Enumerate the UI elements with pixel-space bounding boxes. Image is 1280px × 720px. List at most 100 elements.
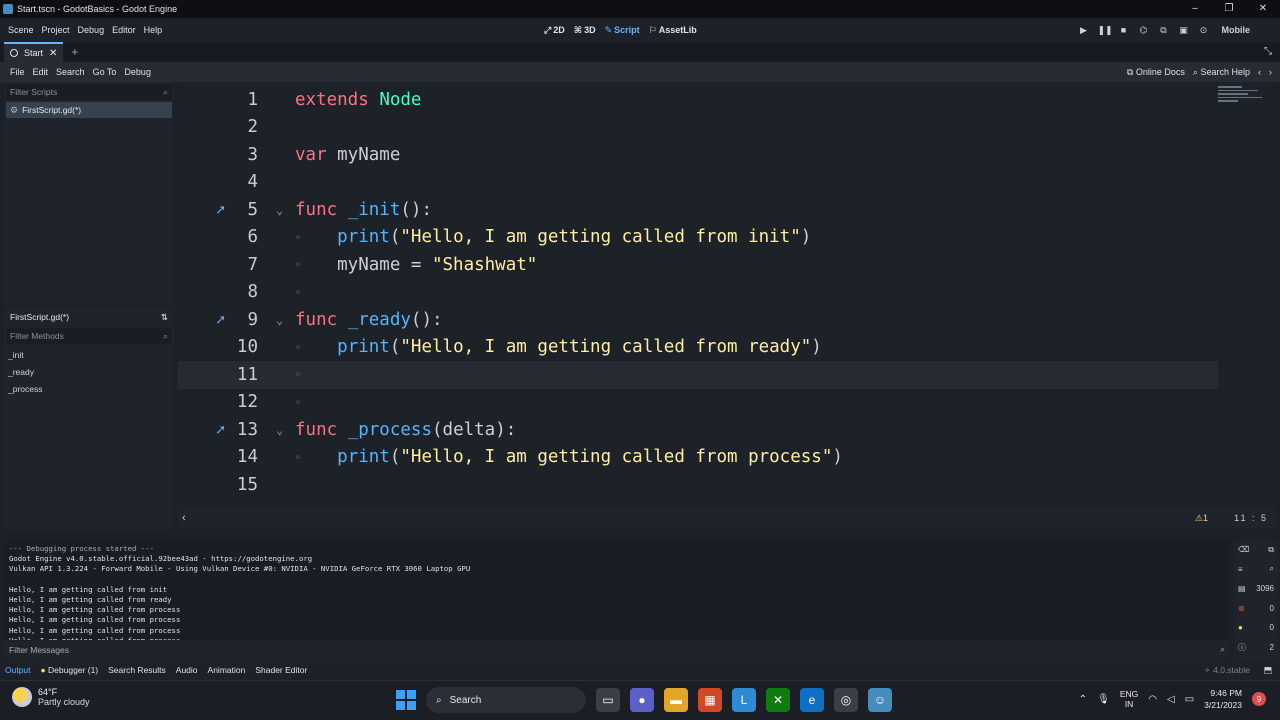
menu-help[interactable]: Help [140, 25, 167, 35]
sort-icon[interactable]: ⇅ [161, 312, 168, 323]
warnings-count[interactable]: ⚠1 [1195, 513, 1208, 524]
code-line[interactable]: 14» print("Hello, I am getting called fr… [178, 444, 1218, 472]
windows-start-button[interactable] [396, 690, 416, 710]
online-docs-button[interactable]: ⧉ Online Docs [1127, 67, 1185, 78]
workspace-script[interactable]: ✎ Script [605, 25, 640, 36]
notifications-badge[interactable]: 9 [1252, 692, 1266, 706]
toggle-scripts-panel-icon[interactable]: ‹ [182, 512, 186, 524]
override-method-icon[interactable]: ➚ [216, 421, 225, 439]
godot-taskbar-icon[interactable]: ☺ [868, 688, 892, 712]
movie-maker-icon[interactable]: ⊙ [1198, 25, 1210, 36]
remote-debug-icon[interactable]: ⌬ [1138, 25, 1150, 36]
copy-output-icon[interactable]: ⧉ [1268, 545, 1274, 555]
method-item-init[interactable]: _init [4, 346, 174, 363]
code-line[interactable]: 12 » [178, 389, 1218, 417]
code-line[interactable]: 8» [178, 279, 1218, 307]
code-line[interactable]: 10» print("Hello, I am getting called fr… [178, 334, 1218, 362]
code-line[interactable]: 3 var myName [178, 141, 1218, 169]
code-line[interactable]: 7» myName = "Shashwat" [178, 251, 1218, 279]
renderer-selector[interactable]: Mobile [1222, 25, 1251, 35]
code-line[interactable]: 11 » [178, 361, 1218, 389]
tab-audio[interactable]: Audio [171, 665, 203, 675]
menu-debug[interactable]: Debug [74, 25, 109, 35]
expand-bottom-panel-icon[interactable]: ⬒ [1263, 665, 1272, 676]
menu-scene[interactable]: Scene [4, 25, 38, 35]
code-line[interactable]: 9 ➚ ⌄ func _ready(): [178, 306, 1218, 334]
play-icon[interactable]: ▶ [1078, 25, 1090, 36]
task-view-icon[interactable]: ▭ [596, 688, 620, 712]
info-count-toggle[interactable]: ⓘ 2 [1234, 638, 1278, 658]
weather-widget[interactable]: 64°F Partly cloudy [12, 687, 90, 707]
search-icon[interactable]: ⌕ [1270, 564, 1274, 574]
play-custom-scene-icon[interactable]: ▣ [1178, 25, 1190, 36]
script-menu-edit[interactable]: Edit [29, 67, 53, 77]
taskbar-search[interactable]: ⌕ Search [426, 687, 586, 713]
workspace-assetlib[interactable]: ⚐ AssetLib [649, 25, 697, 36]
microphone-icon[interactable]: 🎙 [1097, 694, 1110, 705]
menu-editor[interactable]: Editor [108, 25, 140, 35]
code-editor[interactable]: 1 extends Node 2 3 var myName 4 5 ➚ ⌄ func _init(… [178, 82, 1276, 508]
code-minimap[interactable] [1218, 86, 1268, 108]
next-script-icon[interactable]: › [1269, 67, 1272, 77]
close-tab-icon[interactable]: ✕ [49, 48, 57, 59]
prev-script-icon[interactable]: ‹ [1258, 67, 1261, 77]
tab-animation[interactable]: Animation [203, 665, 251, 675]
menu-project[interactable]: Project [38, 25, 74, 35]
override-method-icon[interactable]: ➚ [216, 201, 225, 219]
play-scene-icon[interactable]: ⧉ [1158, 25, 1170, 36]
override-method-icon[interactable]: ➚ [216, 311, 225, 329]
error-count-toggle[interactable]: ⊗ 0 [1234, 599, 1278, 619]
add-scene-tab-button[interactable]: + [71, 42, 78, 62]
tab-search-results[interactable]: Search Results [103, 665, 171, 675]
show-hidden-icons-icon[interactable]: ⌃ [1079, 694, 1087, 705]
filter-scripts-input[interactable]: Filter Scripts ⌕ [6, 84, 172, 100]
scene-tab-start[interactable]: Start ✕ [4, 42, 64, 62]
filter-messages-input[interactable]: Filter Messages ⌕ [4, 641, 1230, 658]
edge-browser-icon[interactable]: e [800, 688, 824, 712]
method-item-process[interactable]: _process [4, 380, 174, 397]
fold-arrow-icon[interactable]: ⌄ [276, 423, 283, 437]
message-count-toggle[interactable]: ▤ 3096 [1234, 579, 1278, 599]
output-log[interactable]: --- Debugging process started --- Godot E… [4, 540, 1230, 640]
script-menu-goto[interactable]: Go To [89, 67, 121, 77]
search-help-button[interactable]: ⌕ Search Help [1193, 67, 1250, 78]
script-menu-file[interactable]: File [6, 67, 29, 77]
code-line[interactable]: 15 [178, 471, 1218, 499]
filter-icon[interactable]: ≡ [1238, 565, 1243, 574]
tab-output[interactable]: Output [0, 665, 36, 675]
teams-chat-icon[interactable]: ● [630, 688, 654, 712]
code-line[interactable]: 6» print("Hello, I am getting called fro… [178, 224, 1218, 252]
code-line[interactable]: 2 [178, 114, 1218, 142]
close-window-button[interactable]: ✕ [1246, 0, 1280, 18]
tab-shader-editor[interactable]: Shader Editor [250, 665, 312, 675]
filter-methods-input[interactable]: Filter Methods ⌕ [6, 328, 172, 344]
workspace-2d[interactable]: ⤢ 2D [544, 25, 565, 36]
script-menu-debug[interactable]: Debug [120, 67, 155, 77]
stop-icon[interactable]: ■ [1118, 25, 1130, 35]
taskbar-clock[interactable]: 9:46 PM 3/21/2023 [1204, 687, 1242, 711]
distraction-free-icon[interactable]: ⤡ [1264, 46, 1272, 57]
xbox-icon[interactable]: ✕ [766, 688, 790, 712]
code-line[interactable]: 4 [178, 169, 1218, 197]
pause-icon[interactable]: ❚❚ [1098, 25, 1113, 36]
code-line[interactable]: 5 ➚ ⌄ func _init(): [178, 196, 1218, 224]
warning-count-toggle[interactable]: ● 0 [1234, 618, 1278, 638]
tab-debugger[interactable]: ● Debugger (1) [36, 665, 104, 675]
script-list-item[interactable]: ⚙ FirstScript.gd(*) [6, 102, 172, 118]
input-language[interactable]: ENG IN [1120, 689, 1138, 709]
code-line[interactable]: 1 extends Node [178, 86, 1218, 114]
battery-icon[interactable]: ▭ [1185, 694, 1194, 705]
minimize-button[interactable]: – [1178, 0, 1212, 18]
clear-output-icon[interactable]: ⌫ [1238, 545, 1249, 554]
file-explorer-icon[interactable]: ▬ [664, 688, 688, 712]
fold-arrow-icon[interactable]: ⌄ [276, 203, 283, 217]
fold-arrow-icon[interactable]: ⌄ [276, 313, 283, 327]
code-line[interactable]: 13 ➚ ⌄ func _process(delta): [178, 416, 1218, 444]
volume-icon[interactable]: ◁ [1167, 694, 1175, 705]
chrome-icon[interactable]: ◎ [834, 688, 858, 712]
office-icon[interactable]: ▦ [698, 688, 722, 712]
l-app-icon[interactable]: L [732, 688, 756, 712]
wifi-icon[interactable]: ◠ [1148, 694, 1157, 705]
maximize-button[interactable]: ❐ [1212, 0, 1246, 18]
script-menu-search[interactable]: Search [52, 67, 89, 77]
